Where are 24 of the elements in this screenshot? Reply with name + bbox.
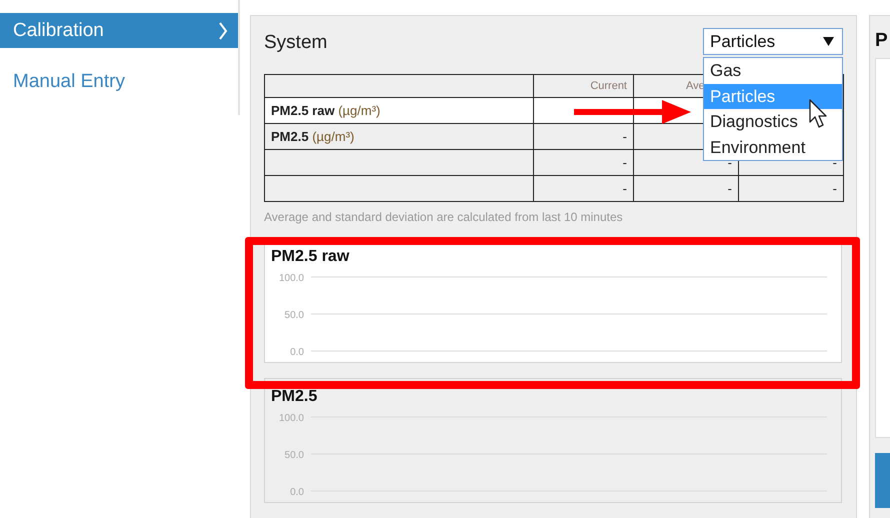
table-cell: -: [622, 181, 627, 196]
row-label: PM2.5 raw (µg/m³): [271, 103, 380, 118]
tick-label: 50.0: [284, 310, 304, 321]
chart-title: PM2.5: [271, 388, 318, 406]
tick-label: 0.0: [290, 347, 304, 357]
footnote: Average and standard deviation are calculated from last 10 minutes: [264, 210, 623, 224]
column-header: Current: [590, 80, 627, 92]
dropdown-option[interactable]: Gas: [704, 58, 842, 84]
tick-label: 100.0: [278, 413, 304, 424]
table-cell: -: [622, 155, 627, 170]
tick-label: 50.0: [284, 450, 304, 461]
table-cell: -: [622, 129, 627, 144]
panel-title: P: [875, 30, 888, 52]
tick-label: 0.0: [290, 487, 304, 497]
panel-title: System: [264, 32, 328, 54]
table-cell: -: [728, 181, 732, 196]
sidebar-item[interactable]: Manual Entry: [0, 64, 238, 99]
dropdown-option[interactable]: Diagnostics: [704, 109, 842, 134]
chart-title: PM2.5 raw: [271, 248, 350, 266]
sidebar-item[interactable]: Calibration: [0, 13, 238, 48]
table-cell: -: [832, 181, 837, 196]
row-label: PM2.5 (µg/m³): [271, 129, 354, 144]
category-dropdown[interactable]: Particles: [703, 28, 843, 55]
tick-label: 100.0: [278, 273, 304, 284]
